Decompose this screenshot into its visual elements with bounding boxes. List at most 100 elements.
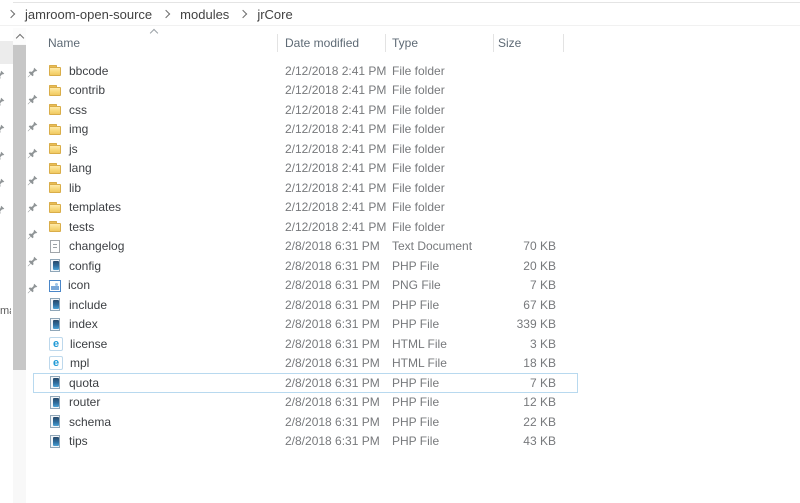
column-header-name[interactable]: Name <box>48 36 80 50</box>
file-name: config <box>69 259 101 273</box>
file-size: 3 KB <box>497 337 578 351</box>
html-file-icon <box>49 337 63 351</box>
php-file-icon <box>49 376 62 389</box>
file-name: bbcode <box>69 64 108 78</box>
file-size: 20 KB <box>497 259 578 273</box>
column-header-type[interactable]: Type <box>392 36 418 50</box>
folder-icon <box>49 142 62 155</box>
file-row[interactable]: js 2/12/2018 2:41 PM File folder <box>33 139 578 159</box>
file-row[interactable]: mpl 2/8/2018 6:31 PM HTML File 18 KB <box>33 354 578 374</box>
file-size: 22 KB <box>497 415 578 429</box>
file-name: lang <box>69 161 92 175</box>
file-type: PHP File <box>392 317 497 331</box>
folder-icon <box>49 64 62 77</box>
file-name: quota <box>69 376 99 390</box>
file-date: 2/8/2018 6:31 PM <box>285 298 392 312</box>
file-row[interactable]: contrib 2/12/2018 2:41 PM File folder <box>33 81 578 101</box>
column-header-date-modified[interactable]: Date modified <box>285 36 359 50</box>
nav-scrollbar-thumb[interactable] <box>13 45 26 370</box>
php-file-icon <box>49 435 62 448</box>
folder-icon <box>49 84 62 97</box>
file-date: 2/12/2018 2:41 PM <box>285 122 392 136</box>
file-name: img <box>69 122 88 136</box>
file-type: PHP File <box>392 259 497 273</box>
file-row[interactable]: templates 2/12/2018 2:41 PM File folder <box>33 198 578 218</box>
file-type: File folder <box>392 200 497 214</box>
file-row[interactable]: config 2/8/2018 6:31 PM PHP File 20 KB <box>33 256 578 276</box>
file-type: File folder <box>392 122 497 136</box>
file-date: 2/12/2018 2:41 PM <box>285 142 392 156</box>
pin-icon <box>0 178 5 189</box>
file-size: 18 KB <box>497 356 578 370</box>
file-date: 2/8/2018 6:31 PM <box>285 356 392 370</box>
file-row[interactable]: router 2/8/2018 6:31 PM PHP File 12 KB <box>33 393 578 413</box>
chevron-right-icon[interactable] <box>239 10 247 18</box>
file-name: icon <box>68 278 90 292</box>
file-row[interactable]: css 2/12/2018 2:41 PM File folder <box>33 100 578 120</box>
file-row[interactable]: include 2/8/2018 6:31 PM PHP File 67 KB <box>33 295 578 315</box>
file-date: 2/8/2018 6:31 PM <box>285 395 392 409</box>
file-name: lib <box>69 181 81 195</box>
file-date: 2/8/2018 6:31 PM <box>285 317 392 331</box>
file-name: router <box>69 395 100 409</box>
text-document-icon <box>49 240 62 253</box>
html-file-icon <box>49 356 63 370</box>
file-row[interactable]: changelog 2/8/2018 6:31 PM Text Document… <box>33 237 578 257</box>
breadcrumb-segment-root[interactable]: jamroom-open-source <box>23 6 154 23</box>
file-date: 2/12/2018 2:41 PM <box>285 220 392 234</box>
file-row[interactable]: license 2/8/2018 6:31 PM HTML File 3 KB <box>33 334 578 354</box>
file-type: File folder <box>392 161 497 175</box>
folder-icon <box>49 220 62 233</box>
file-name: templates <box>69 200 121 214</box>
file-row[interactable]: icon 2/8/2018 6:31 PM PNG File 7 KB <box>33 276 578 296</box>
file-date: 2/8/2018 6:31 PM <box>285 434 392 448</box>
pin-icon <box>0 124 5 135</box>
chevron-right-icon[interactable] <box>7 10 15 18</box>
file-row[interactable]: tests 2/12/2018 2:41 PM File folder <box>33 217 578 237</box>
php-file-icon <box>49 298 62 311</box>
column-divider[interactable] <box>563 34 564 52</box>
file-name: changelog <box>69 239 124 253</box>
breadcrumb-segment-modules[interactable]: modules <box>178 6 231 23</box>
folder-icon <box>49 201 62 214</box>
scrollbar-up-button[interactable] <box>13 28 26 44</box>
file-row[interactable]: lib 2/12/2018 2:41 PM File folder <box>33 178 578 198</box>
file-date: 2/12/2018 2:41 PM <box>285 200 392 214</box>
file-name: css <box>69 103 87 117</box>
breadcrumb-divider <box>0 25 800 26</box>
file-size: 339 KB <box>497 317 578 331</box>
chevron-up-icon <box>15 33 23 41</box>
file-row[interactable]: schema 2/8/2018 6:31 PM PHP File 22 KB <box>33 412 578 432</box>
folder-icon <box>49 162 62 175</box>
file-type: PHP File <box>392 298 497 312</box>
pin-icon <box>0 151 5 162</box>
chevron-right-icon[interactable] <box>162 10 170 18</box>
file-name: tips <box>69 434 88 448</box>
top-divider <box>13 2 800 3</box>
php-file-icon <box>49 259 62 272</box>
column-divider[interactable] <box>493 34 494 52</box>
file-row[interactable]: img 2/12/2018 2:41 PM File folder <box>33 120 578 140</box>
file-row[interactable]: bbcode 2/12/2018 2:41 PM File folder <box>33 61 578 81</box>
file-date: 2/8/2018 6:31 PM <box>285 415 392 429</box>
file-type: PHP File <box>392 434 497 448</box>
column-divider[interactable] <box>277 34 278 52</box>
column-header-size[interactable]: Size <box>498 36 521 50</box>
file-type: Text Document <box>392 239 497 253</box>
breadcrumb-segment-current[interactable]: jrCore <box>255 6 294 23</box>
file-list: bbcode 2/12/2018 2:41 PM File folder con… <box>33 61 578 451</box>
file-type: File folder <box>392 220 497 234</box>
pin-icon <box>0 205 5 216</box>
file-date: 2/8/2018 6:31 PM <box>285 337 392 351</box>
file-row[interactable]: lang 2/12/2018 2:41 PM File folder <box>33 159 578 179</box>
file-row-selected[interactable]: quota 2/8/2018 6:31 PM PHP File 7 KB <box>33 373 578 393</box>
file-row[interactable]: tips 2/8/2018 6:31 PM PHP File 43 KB <box>33 432 578 452</box>
file-row[interactable]: index 2/8/2018 6:31 PM PHP File 339 KB <box>33 315 578 335</box>
pin-icon <box>0 97 5 108</box>
file-type: File folder <box>392 181 497 195</box>
file-type: HTML File <box>392 356 497 370</box>
file-size: 7 KB <box>497 278 578 292</box>
file-type: PHP File <box>392 376 497 390</box>
column-divider[interactable] <box>385 34 386 52</box>
file-type: HTML File <box>392 337 497 351</box>
